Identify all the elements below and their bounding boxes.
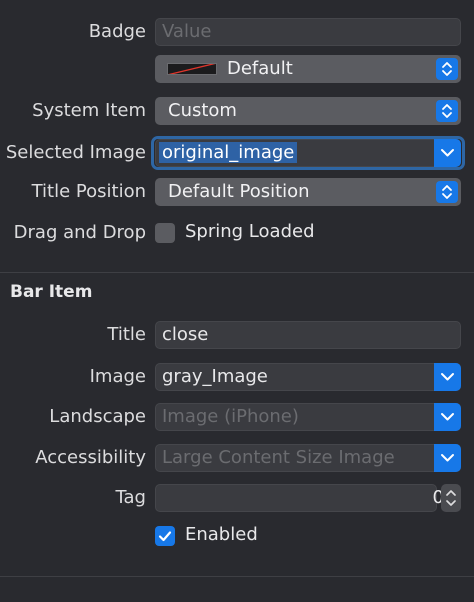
title-row: Title close [0, 318, 474, 352]
badge-color-value: Default [227, 58, 293, 79]
updown-chevron-icon [436, 100, 458, 122]
system-item-label: System Item [32, 100, 146, 121]
accessibility-placeholder[interactable]: Large Content Size Image [162, 445, 395, 471]
chevron-down-icon[interactable] [434, 139, 461, 167]
system-item-popup[interactable]: Custom [155, 97, 461, 125]
title-position-row: Title Position Default Position [0, 175, 474, 209]
updown-chevron-icon [436, 58, 458, 80]
spring-loaded-checkbox[interactable] [155, 223, 175, 243]
title-position-label: Title Position [31, 181, 146, 202]
drag-and-drop-label: Drag and Drop [13, 222, 146, 243]
badge-color-row: Default [0, 52, 474, 86]
stepper-icon[interactable] [441, 484, 461, 512]
accessibility-label: Accessibility [35, 447, 146, 468]
updown-chevron-icon [436, 181, 458, 203]
drag-and-drop-row: Drag and Drop Spring Loaded [0, 216, 474, 250]
accessibility-combo[interactable]: Large Content Size Image [155, 444, 461, 472]
attributes-inspector: Badge Value Default System Item Custom S… [0, 0, 474, 602]
tag-row: Tag 0 [0, 481, 474, 515]
system-item-value: Custom [168, 100, 237, 121]
enabled-checkbox[interactable] [155, 526, 175, 546]
tag-label: Tag [115, 487, 146, 508]
color-swatch-icon [167, 63, 217, 75]
image-label: Image [89, 366, 146, 387]
selected-image-label: Selected Image [5, 142, 146, 163]
tag-input[interactable] [155, 484, 437, 512]
title-position-value: Default Position [168, 181, 310, 202]
badge-label: Badge [88, 21, 146, 42]
chevron-down-icon[interactable] [434, 403, 461, 431]
selected-image-combo[interactable]: original_image [155, 139, 461, 167]
bottom-divider [0, 576, 474, 577]
landscape-combo[interactable]: Image (iPhone) [155, 403, 461, 431]
spring-loaded-label[interactable]: Spring Loaded [185, 221, 315, 242]
badge-row: Badge Value [0, 15, 474, 49]
badge-color-popup[interactable]: Default [155, 55, 461, 83]
bar-item-section-title: Bar Item [10, 282, 93, 302]
chevron-down-icon[interactable] [434, 363, 461, 391]
selected-image-value[interactable]: original_image [159, 140, 298, 166]
system-item-row: System Item Custom [0, 94, 474, 128]
accessibility-row: Accessibility Large Content Size Image [0, 441, 474, 475]
enabled-row: Enabled [0, 519, 474, 553]
landscape-label: Landscape [49, 406, 146, 427]
title-input[interactable]: close [155, 321, 461, 349]
chevron-down-icon[interactable] [434, 444, 461, 472]
enabled-label[interactable]: Enabled [185, 524, 258, 545]
image-row: Image gray_Image [0, 360, 474, 394]
image-combo[interactable]: gray_Image [155, 363, 461, 391]
selected-image-row: Selected Image original_image [0, 136, 474, 170]
title-label: Title [107, 324, 146, 345]
badge-input[interactable]: Value [155, 18, 461, 46]
title-position-popup[interactable]: Default Position [155, 178, 461, 206]
landscape-placeholder[interactable]: Image (iPhone) [162, 404, 299, 430]
section-divider [0, 272, 474, 273]
checkmark-icon [158, 531, 172, 542]
image-value[interactable]: gray_Image [162, 364, 268, 390]
badge-placeholder: Value [162, 21, 212, 42]
title-value: close [162, 324, 209, 345]
landscape-row: Landscape Image (iPhone) [0, 400, 474, 434]
